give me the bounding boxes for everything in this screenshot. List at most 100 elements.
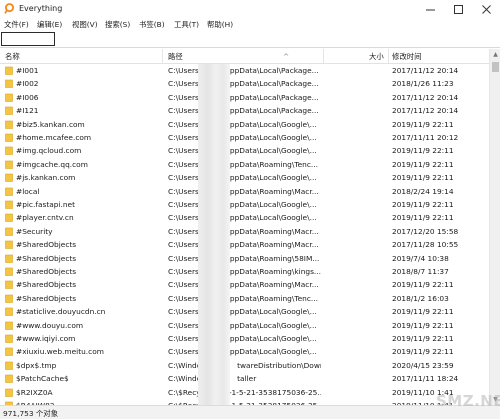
list-item[interactable]: #SharedObjects C:\Users\ AppData\Roaming\…: [0, 252, 489, 265]
everything-app-icon: [4, 3, 14, 14]
file-name: #home.mcafee.com: [16, 133, 92, 142]
list-item[interactable]: $dpx$.tmp C:\Windows\ twareDistribution\D…: [0, 359, 489, 372]
menu-view[interactable]: 视图(V): [72, 19, 98, 30]
list-item[interactable]: #I006 C:\Users\ AppData\Local\Package... 2…: [0, 91, 489, 104]
menu-bookmarks[interactable]: 书签(B): [139, 19, 165, 30]
file-list[interactable]: #I001 C:\Users\ AppData\Local\Package... 2…: [0, 64, 489, 405]
list-item[interactable]: #player.cntv.cn C:\Users\ AppData\Local\G…: [0, 211, 489, 224]
list-item[interactable]: #SharedObjects C:\Users\ AppData\Roaming\…: [0, 265, 489, 278]
redaction-blur: [198, 64, 230, 405]
folder-icon: [5, 120, 13, 129]
file-path: C:\Users\ AppData\Roaming\58IM...: [168, 253, 320, 263]
list-item[interactable]: #pic.fastapi.net C:\Users\ AppData\Local\…: [0, 198, 489, 211]
menu-help[interactable]: 帮助(H): [207, 19, 233, 30]
folder-icon: [5, 254, 13, 263]
list-item[interactable]: #SharedObjects C:\Users\ AppData\Roaming\…: [0, 292, 489, 305]
file-modified: 2019/7/4 10:38: [392, 253, 449, 263]
file-name: #js.kankan.com: [16, 173, 76, 183]
file-modified: 2019/11/9 22:11: [392, 200, 454, 209]
folder-icon: [5, 80, 13, 89]
list-item[interactable]: #js.kankan.com C:\Users\ AppData\Local\Go…: [0, 171, 489, 184]
list-item[interactable]: #img.qcloud.com C:\Users\ AppData\Local\G…: [0, 144, 489, 157]
column-name-header[interactable]: 名称: [5, 49, 20, 64]
list-item[interactable]: #xiuxiu.web.meitu.com C:\Users\ AppData\L…: [0, 345, 489, 358]
list-item[interactable]: #I121 C:\Users\ AppData\Local\Package... 2…: [0, 104, 489, 117]
file-size: [330, 386, 386, 399]
menu-search[interactable]: 搜索(S): [105, 19, 130, 30]
file-path: C:\Users\ AppData\Local\Google\...: [168, 307, 317, 317]
file-modified: 2019/11/9 22:11: [392, 280, 454, 290]
file-name: #player.cntv.cn: [16, 213, 74, 223]
file-name: #biz5.kankan.com: [16, 119, 85, 129]
file-name: #www.iqiyi.com: [16, 334, 76, 343]
maximize-button[interactable]: [444, 0, 472, 18]
column-divider[interactable]: [323, 49, 324, 64]
list-item[interactable]: #home.mcafee.com C:\Users\ AppData\Local\…: [0, 131, 489, 144]
folder-icon: [5, 321, 13, 330]
list-item[interactable]: #imgcache.qq.com C:\Users\ AppData\Roamin…: [0, 158, 489, 171]
file-size: [330, 64, 386, 77]
list-item[interactable]: #SharedObjects C:\Users\ AppData\Roaming\…: [0, 278, 489, 291]
file-name: #imgcache.qq.com: [16, 159, 88, 169]
file-path: C:\Users\ AppData\Local\Google\...: [168, 213, 317, 223]
file-path: C:\$Recy S-1-5-21-3538175036-25...: [168, 387, 321, 397]
scroll-thumb[interactable]: [492, 62, 499, 72]
file-name: #www.douyu.com: [16, 320, 84, 330]
folder-icon: [5, 361, 13, 370]
file-path: C:\Windows\ taller: [168, 374, 257, 384]
status-bar: 971,753 个对象: [0, 405, 500, 419]
list-item[interactable]: #Security C:\Users\ AppData\Roaming\Macr.…: [0, 225, 489, 238]
file-path: C:\Users\ AppData\Local\Package...: [168, 92, 319, 102]
minimize-button[interactable]: [416, 0, 444, 18]
list-item[interactable]: #www.iqiyi.com C:\Users\ AppData\Local\Go…: [0, 332, 489, 345]
list-item[interactable]: #www.douyu.com C:\Users\ AppData\Local\Go…: [0, 319, 489, 332]
menu-tools[interactable]: 工具(T): [174, 19, 199, 30]
close-button[interactable]: [472, 0, 500, 18]
file-path: C:\Users\ AppData\Roaming\Macr...: [168, 280, 319, 290]
scroll-up-icon[interactable]: ▲: [490, 49, 500, 60]
file-path: C:\Users\ AppData\Roaming\Tenc...: [168, 159, 318, 169]
menu-file[interactable]: 文件(F): [4, 19, 29, 30]
folder-icon: [5, 240, 13, 249]
file-path: C:\Users\ AppData\Local\Package...: [168, 79, 319, 89]
file-modified: 2019/11/9 22:11: [392, 119, 454, 129]
list-item[interactable]: #local C:\Users\ AppData\Roaming\Macr... 2…: [0, 185, 489, 198]
column-divider[interactable]: [162, 49, 163, 64]
file-name: #SharedObjects: [16, 253, 77, 263]
folder-icon: [5, 160, 13, 169]
file-path: C:\Users\ AppData\Local\Google\...: [168, 200, 317, 209]
folder-icon: [5, 334, 13, 343]
file-name: #SharedObjects: [16, 280, 77, 290]
list-item[interactable]: #staticlive.douyucdn.cn C:\Users\ AppData…: [0, 305, 489, 318]
file-modified: 2017/12/20 15:58: [392, 226, 459, 236]
list-item[interactable]: #SharedObjects C:\Users\ AppData\Roaming\…: [0, 238, 489, 251]
column-modified-header[interactable]: 修改时间: [392, 49, 422, 64]
file-size: [330, 144, 386, 157]
file-name: #I001: [16, 66, 39, 75]
file-size: [330, 238, 386, 251]
list-item[interactable]: $PatchCache$ C:\Windows\ taller 2017/11/11…: [0, 372, 489, 385]
vertical-scrollbar[interactable]: ▲ ▼: [489, 49, 500, 405]
file-path: C:\Users\ AppData\Local\Google\...: [168, 334, 317, 343]
list-item[interactable]: #I002 C:\Users\ AppData\Local\Package... 2…: [0, 77, 489, 90]
file-size: [330, 225, 386, 238]
list-item[interactable]: #I001 C:\Users\ AppData\Local\Package... 2…: [0, 64, 489, 77]
file-size: [330, 131, 386, 144]
file-path: C:\Users\ AppData\Roaming\kings...: [168, 267, 321, 276]
file-path: C:\Users\ AppData\Local\Google\...: [168, 133, 317, 142]
file-name: #SharedObjects: [16, 267, 77, 276]
file-name: #pic.fastapi.net: [16, 200, 75, 209]
column-path-header[interactable]: 路径: [168, 49, 183, 64]
column-divider[interactable]: [388, 49, 389, 64]
file-size: [330, 278, 386, 291]
column-size-header[interactable]: 大小: [369, 49, 384, 64]
menu-edit[interactable]: 编辑(E): [37, 19, 62, 30]
file-name: #xiuxiu.web.meitu.com: [16, 347, 104, 357]
list-item[interactable]: #biz5.kankan.com C:\Users\ AppData\Local\…: [0, 118, 489, 131]
file-size: [330, 265, 386, 278]
search-input[interactable]: [1, 32, 55, 46]
file-modified: 2019/11/9 22:11: [392, 347, 454, 357]
folder-icon: [5, 388, 13, 397]
list-item[interactable]: $R2IXZ0A C:\$Recy S-1-5-21-3538175036-25.…: [0, 386, 489, 399]
menu-bar: 文件(F) 编辑(E) 视图(V) 搜索(S) 书签(B) 工具(T) 帮助(H…: [0, 18, 500, 30]
